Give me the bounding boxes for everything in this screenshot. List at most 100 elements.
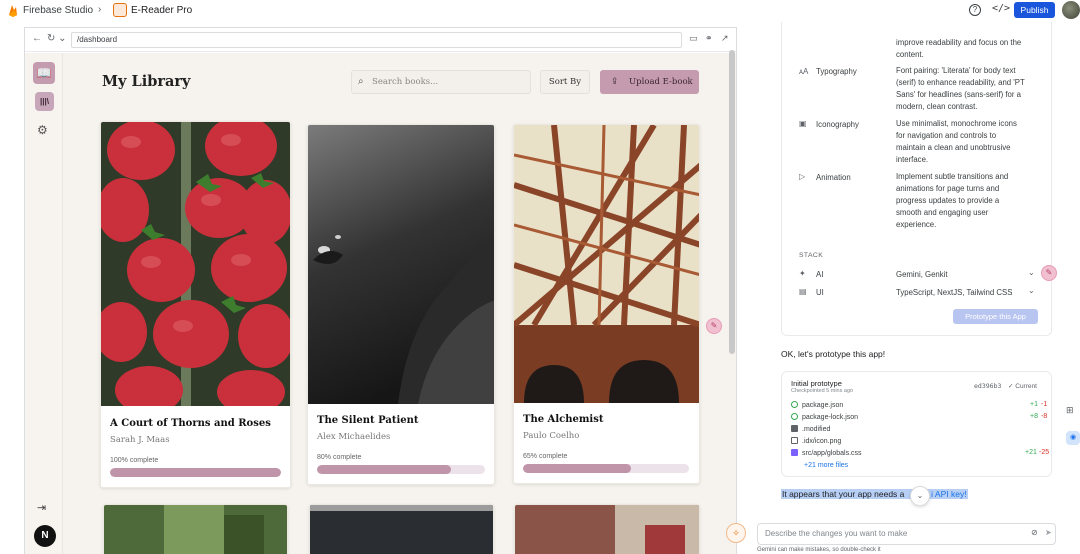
book-cover-bridge — [514, 125, 699, 403]
url-field[interactable]: /dashboard — [71, 32, 682, 48]
book-card[interactable] — [309, 504, 494, 554]
assistant-bot-icon[interactable]: ◉ — [1066, 431, 1080, 445]
search-icon: ⌕ — [358, 76, 364, 87]
file-deletions: -25 — [1039, 449, 1050, 456]
library-nav-icon[interactable]: |||\ — [35, 92, 54, 111]
grid-icon[interactable]: ⊞ — [1066, 405, 1074, 416]
typography-label: Typography — [816, 67, 857, 76]
book-card[interactable]: The Alchemist Paulo Coelho 65% complete — [513, 124, 700, 484]
intro-line: content. — [896, 50, 924, 59]
progress-fill — [523, 464, 631, 473]
file-name: package.json — [802, 402, 844, 409]
book-card[interactable] — [103, 504, 288, 554]
book-card[interactable]: The Silent Patient Alex Michaelides 80% … — [307, 124, 495, 485]
top-bar: Firebase Studio › E-Reader Pro ? </> Pub… — [0, 0, 1080, 22]
upload-button[interactable]: ⇪ Upload E-book — [600, 70, 699, 94]
settings-icon[interactable]: ⚙ — [37, 123, 48, 137]
file-row[interactable]: package-lock.json — [791, 413, 858, 421]
intro-line: improve readability and focus on the — [896, 38, 1022, 47]
book-title: The Alchemist — [523, 414, 604, 425]
animation-line: experience. — [896, 220, 937, 229]
firebase-flame-icon — [9, 5, 17, 17]
reload-icon[interactable]: ↻ ⌄ — [47, 33, 67, 44]
user-avatar-icon[interactable]: N — [34, 525, 56, 547]
send-icon[interactable]: ➤ — [1045, 528, 1052, 537]
chevron-down-icon[interactable]: ⌄ — [1028, 268, 1035, 277]
blueprint-card: improve readability and focus on the con… — [781, 22, 1052, 336]
link-icon[interactable]: ⚭ — [705, 33, 713, 44]
stack-ui-value: TypeScript, NextJS, Tailwind CSS — [896, 288, 1013, 297]
search-placeholder: Search books... — [372, 77, 439, 87]
animation-line: animations for page turns and — [896, 184, 1000, 193]
file-row[interactable]: package.json — [791, 401, 843, 409]
more-files-link[interactable]: +21 more files — [804, 462, 848, 469]
file-name: package-lock.json — [802, 414, 859, 421]
book-cover-shop — [515, 505, 699, 554]
file-icon — [791, 413, 798, 420]
file-icon — [791, 401, 798, 408]
open-external-icon[interactable]: ↗ — [721, 33, 729, 44]
studio-name[interactable]: Firebase Studio — [23, 5, 93, 16]
book-card[interactable] — [514, 504, 700, 554]
book-author: Paulo Coelho — [523, 431, 580, 441]
device-icon[interactable]: ▭ — [689, 33, 698, 44]
iconography-line: Use minimalist, monochrome icons — [896, 119, 1017, 128]
file-additions: +21 — [1025, 449, 1037, 456]
chevron-down-icon[interactable]: ⌄ — [1028, 286, 1035, 295]
stack-ui-label: UI — [816, 288, 824, 297]
animation-line: smooth and engaging user — [896, 208, 989, 217]
prototype-button[interactable]: Prototype this App — [953, 309, 1038, 324]
file-icon — [791, 425, 798, 432]
animation-label: Animation — [816, 173, 851, 182]
reader-nav-icon[interactable]: 📖 — [33, 62, 55, 84]
file-row[interactable]: .modified — [791, 425, 830, 433]
file-additions: +1 — [1030, 401, 1038, 408]
file-name: .modified — [802, 426, 831, 433]
book-cover-dark — [310, 505, 493, 554]
chat-input[interactable]: Describe the changes you want to make — [757, 523, 1056, 545]
scroll-down-icon[interactable]: ⌄ — [910, 486, 930, 506]
file-name: .idx/icon.png — [802, 438, 842, 445]
back-icon[interactable]: ← — [32, 33, 42, 44]
message-text-link[interactable]: i API key! — [931, 489, 966, 499]
checkpoint-card[interactable]: Initial prototype Checkpointed 5 mins ag… — [781, 371, 1052, 477]
attach-icon[interactable]: ⊘ — [1031, 528, 1038, 537]
typography-icon: ᴀA — [799, 67, 809, 76]
user-avatar[interactable] — [1062, 1, 1080, 19]
gemini-spark-icon[interactable]: ✧ — [726, 523, 746, 543]
typography-line: modern, clean contrast. — [896, 102, 978, 111]
help-icon[interactable]: ? — [969, 4, 981, 16]
preview-url-bar: ← ↻ ⌄ /dashboard ▭ ⚭ ↗ — [25, 28, 736, 52]
stack-ai-label: AI — [816, 270, 824, 279]
animation-line: progress updates to provide a — [896, 196, 1000, 205]
file-deletions: -8 — [1041, 413, 1048, 420]
code-view-icon[interactable]: </> — [992, 3, 1010, 14]
book-progress-text: 80% complete — [317, 454, 362, 461]
iconography-line: interface. — [896, 155, 929, 164]
assistant-message: It appears that your app needs a i API k… — [781, 489, 968, 499]
typography-line: Sans' for headlines (sans-serif) for a — [896, 90, 1021, 99]
preview-scrollbar[interactable] — [729, 50, 735, 354]
book-progress-text: 65% complete — [523, 453, 568, 460]
typography-line: Font pairing: 'Literata' for body text — [896, 66, 1016, 75]
file-row[interactable]: src/app/globals.css — [791, 449, 862, 457]
book-card[interactable]: A Court of Thorns and Roses Sarah J. Maa… — [100, 121, 291, 488]
book-title: The Silent Patient — [317, 415, 419, 426]
publish-button[interactable]: Publish — [1014, 2, 1055, 18]
upload-icon: ⇪ — [611, 77, 619, 87]
chat-panel: improve readability and focus on the con… — [726, 22, 1080, 554]
annotate-icon[interactable]: ✎ — [1041, 265, 1057, 281]
app-name[interactable]: E-Reader Pro — [131, 5, 192, 16]
annotate-icon[interactable]: ✎ — [706, 318, 722, 334]
file-row[interactable]: .idx/icon.png — [791, 437, 841, 445]
stack-heading: STACK — [799, 252, 824, 259]
stack-ai-value: Gemini, Genkit — [896, 270, 948, 279]
logout-icon[interactable]: ⇥ — [37, 501, 46, 514]
checkpoint-subtitle: Checkpointed 5 mins ago — [791, 388, 854, 394]
search-input[interactable]: ⌕ Search books... — [351, 70, 531, 94]
progress-fill — [110, 468, 281, 477]
nav-rail: 📖 |||\ ⚙ ⇥ N — [25, 53, 63, 554]
book-cover-diver — [308, 125, 494, 404]
sort-button[interactable]: Sort By — [540, 70, 590, 94]
iconography-icon: ▣ — [799, 119, 807, 128]
